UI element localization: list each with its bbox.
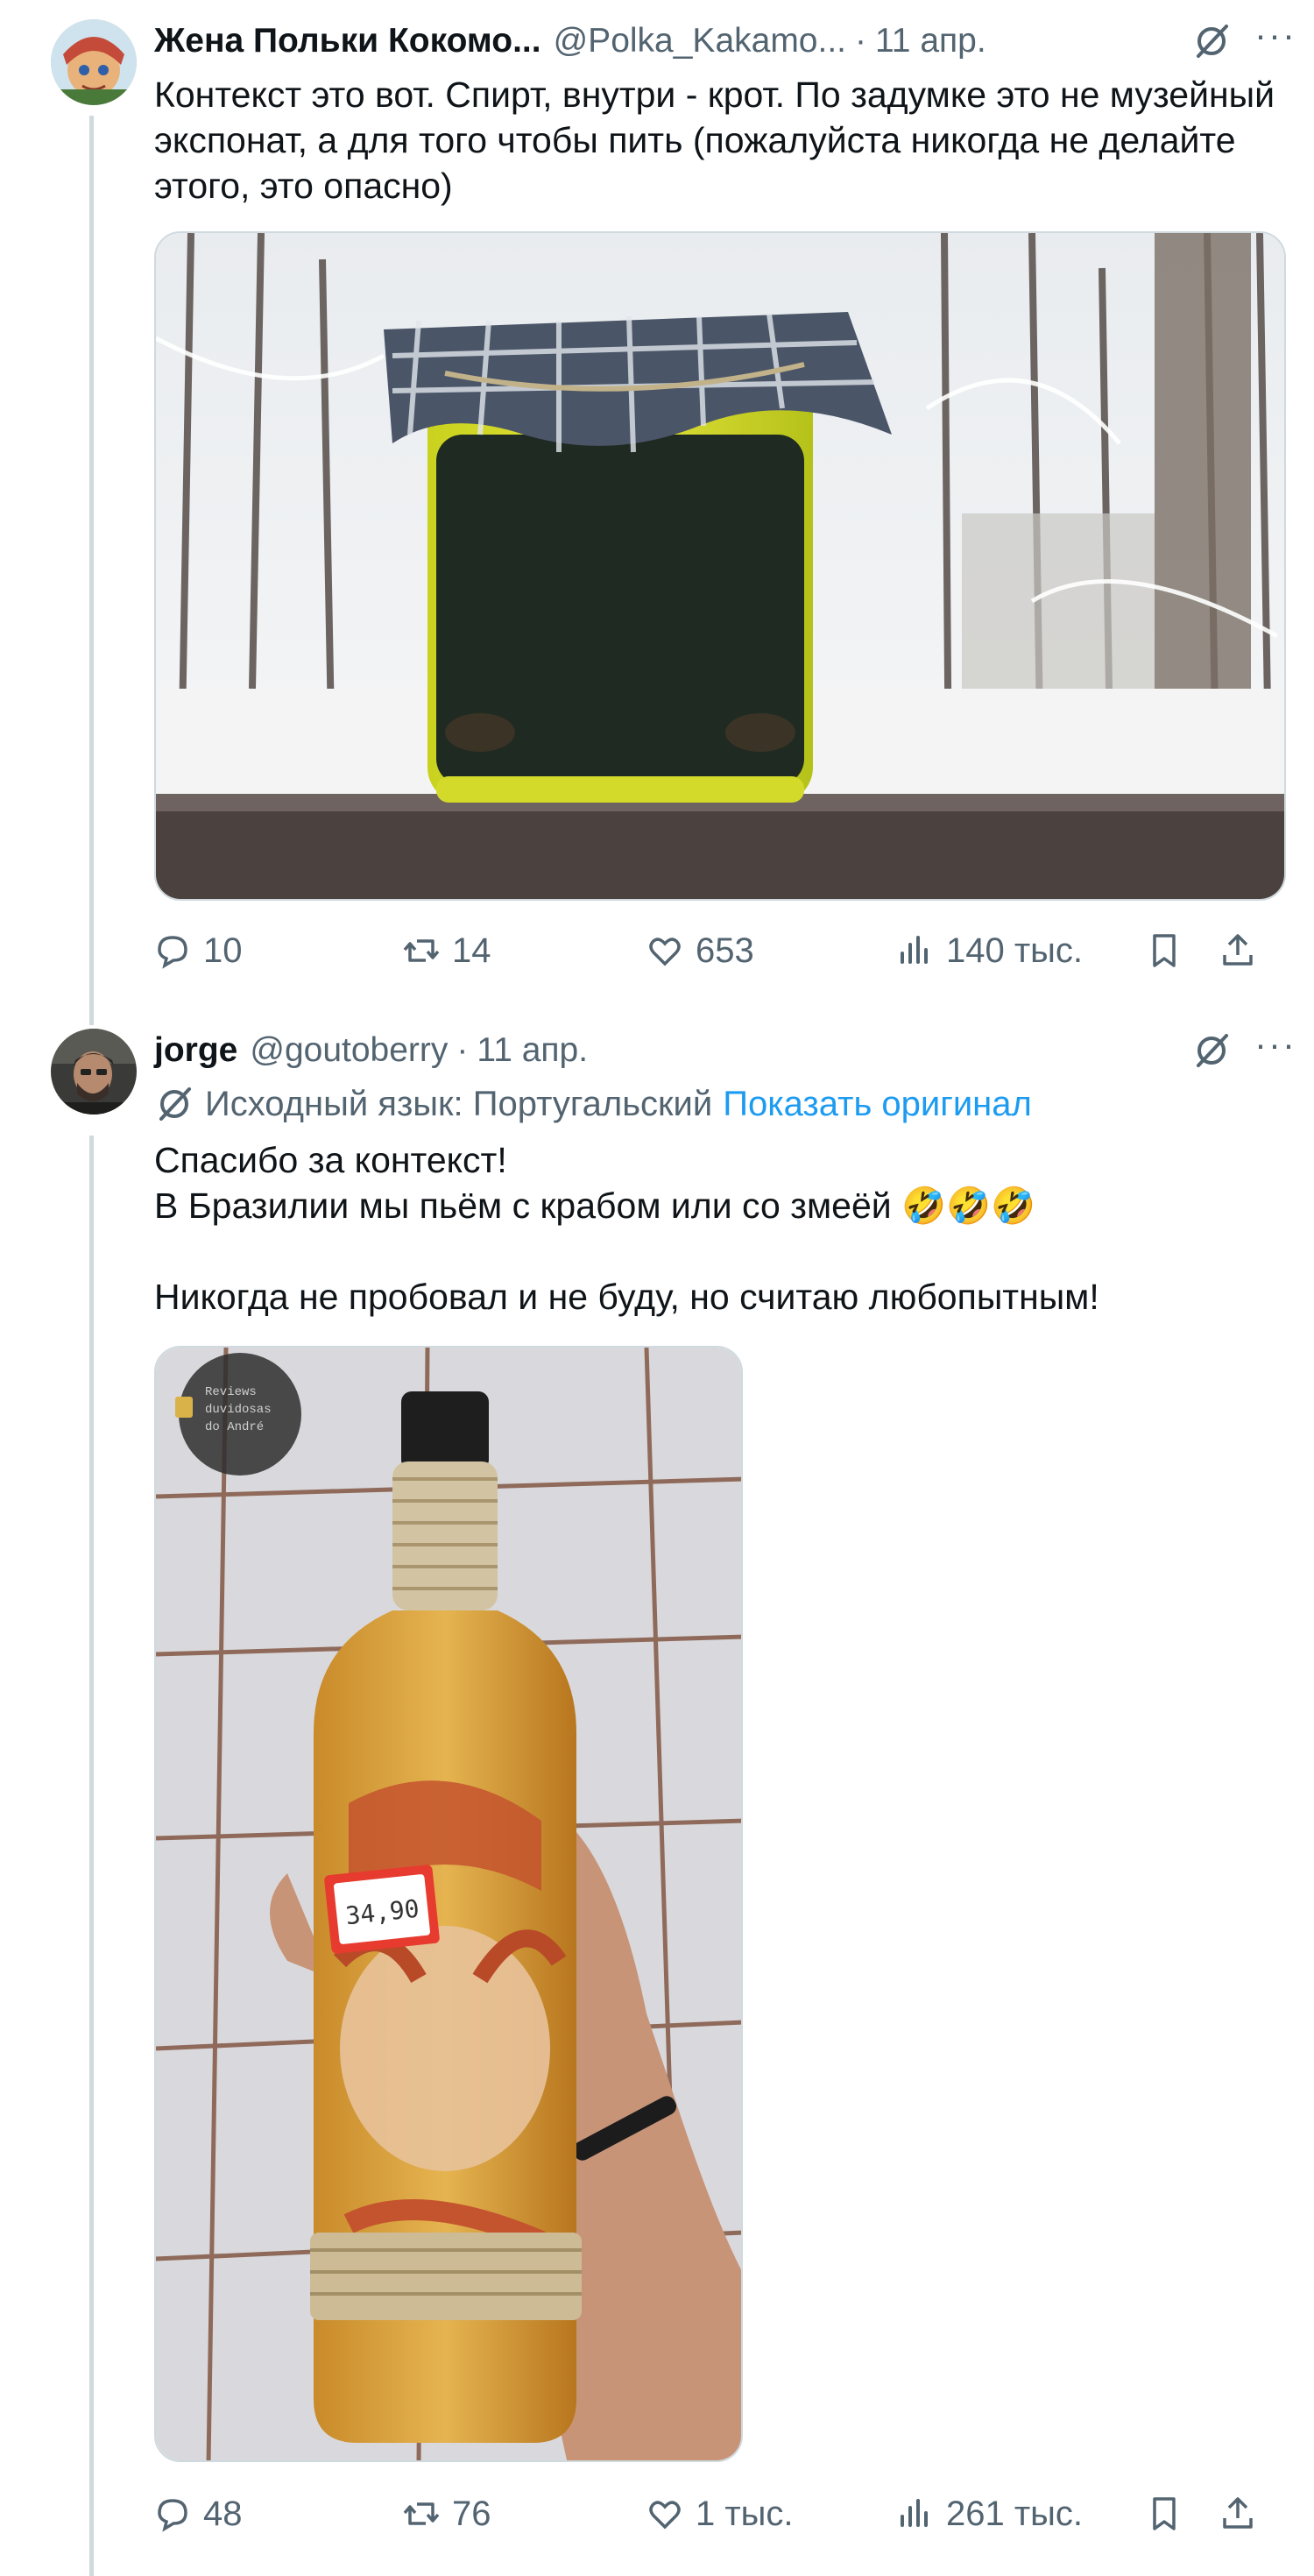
translate-icon xyxy=(159,1087,191,1121)
reply-count: 48 xyxy=(203,2494,243,2533)
separator-dot: · xyxy=(855,22,867,60)
jar-with-mole-in-snow-icon xyxy=(156,233,1284,899)
header-actions: ··· xyxy=(1191,17,1296,63)
tweet-header: Жена Польки Кокомо... @Polka_Kakamo... ·… xyxy=(154,17,1296,63)
avatar-photo-icon xyxy=(51,1029,137,1115)
thread-line xyxy=(89,1136,94,2576)
text-line-blank xyxy=(154,1228,1279,1274)
tweet-date[interactable]: 11 апр. xyxy=(477,1031,588,1070)
grok-icon[interactable] xyxy=(1191,1030,1232,1071)
tweet-image[interactable] xyxy=(154,231,1286,901)
more-options-icon[interactable]: ··· xyxy=(1254,1026,1296,1063)
views-button[interactable]: 261 тыс. xyxy=(894,2488,1083,2540)
heart-icon xyxy=(649,2501,681,2530)
reply-button[interactable]: 10 xyxy=(151,924,243,977)
share-icon xyxy=(1223,2497,1253,2529)
watermark-text: do André xyxy=(205,1420,264,1434)
retweet-button[interactable]: 76 xyxy=(399,2488,491,2540)
grok-icon[interactable] xyxy=(1191,21,1232,61)
retweet-count: 76 xyxy=(452,2494,491,2533)
avatar[interactable] xyxy=(51,19,137,105)
reply-icon xyxy=(158,936,187,969)
watermark-text: duvidosas xyxy=(205,1403,272,1417)
bookmark-icon xyxy=(1153,934,1176,967)
bottle-with-crab-icon: Reviews duvidosas do André 34,90 xyxy=(156,1348,741,2460)
translation-notice: Исходный язык: Португальский Показать ор… xyxy=(154,1081,1279,1127)
author-name[interactable]: Жена Польки Кокомо... xyxy=(154,22,541,60)
more-options-icon[interactable]: ··· xyxy=(1254,17,1296,53)
tweet-text: Контекст это вот. Спирт, внутри - крот. … xyxy=(154,74,1275,206)
views-count: 261 тыс. xyxy=(946,2494,1084,2533)
text-line: В Бразилии мы пьём с крабом или со змеёй… xyxy=(154,1185,1036,1226)
author-handle[interactable]: @Polka_Kakamo... xyxy=(554,22,846,60)
tweet-2[interactable]: jorge @goutoberry · 11 апр. ··· Исходный… xyxy=(0,990,1314,2576)
tweet-header: jorge @goutoberry · 11 апр. ··· xyxy=(154,1026,1296,1072)
text-line: Спасибо за контекст! xyxy=(154,1140,507,1180)
bookmark-button[interactable] xyxy=(1142,2488,1186,2540)
reply-button[interactable]: 48 xyxy=(151,2488,243,2540)
retweet-button[interactable]: 14 xyxy=(399,924,491,977)
thread-line-top xyxy=(89,990,94,1025)
text-line: Никогда не пробовал и не буду, но считаю… xyxy=(154,1277,1099,1317)
tweet-date[interactable]: 11 апр. xyxy=(875,22,986,60)
like-count: 1 тыс. xyxy=(696,2494,794,2533)
tweet-text: Спасибо за контекст! В Бразилии мы пьём … xyxy=(154,1137,1279,1320)
retweet-count: 14 xyxy=(452,931,491,970)
retweet-icon xyxy=(403,939,440,962)
original-language-label: Исходный язык: Португальский xyxy=(205,1085,713,1123)
reply-count: 10 xyxy=(203,931,243,970)
like-button[interactable]: 1 тыс. xyxy=(643,2488,794,2540)
heart-icon xyxy=(649,938,681,966)
avatar[interactable] xyxy=(51,1029,137,1115)
retweet-icon xyxy=(403,2502,440,2525)
tweet-actions: 48 76 1 тыс. 261 тыс. xyxy=(151,2488,1279,2540)
reply-icon xyxy=(158,2499,187,2532)
like-count: 653 xyxy=(696,931,754,970)
views-chart-icon xyxy=(901,936,928,964)
tweet-actions: 10 14 653 140 тыс. xyxy=(151,924,1279,977)
watermark-text: Reviews xyxy=(205,1385,257,1399)
thread-line xyxy=(89,116,94,992)
views-button[interactable]: 140 тыс. xyxy=(894,924,1083,977)
views-chart-icon xyxy=(901,2499,928,2527)
views-count: 140 тыс. xyxy=(946,931,1084,970)
like-button[interactable]: 653 xyxy=(643,924,754,977)
show-original-link[interactable]: Показать оригинал xyxy=(723,1081,1032,1127)
bookmark-icon xyxy=(1153,2497,1176,2530)
tweet-image[interactable]: Reviews duvidosas do André 34,90 xyxy=(154,1346,743,2462)
separator-dot: · xyxy=(456,1031,469,1069)
author-name[interactable]: jorge xyxy=(154,1031,237,1070)
author-handle[interactable]: @goutoberry xyxy=(250,1031,448,1070)
avatar-image-icon xyxy=(51,19,137,105)
tweet-1[interactable]: Жена Польки Кокомо... @Polka_Kakamo... ·… xyxy=(0,0,1314,992)
bookmark-button[interactable] xyxy=(1142,924,1186,977)
share-button[interactable] xyxy=(1216,2488,1260,2540)
share-button[interactable] xyxy=(1216,924,1260,977)
share-icon xyxy=(1223,934,1253,966)
header-actions: ··· xyxy=(1191,1026,1296,1072)
